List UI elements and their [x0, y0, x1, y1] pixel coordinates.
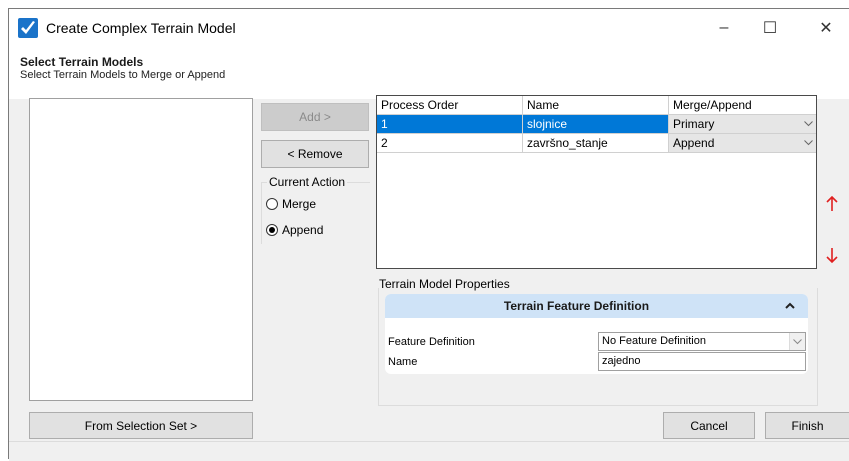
page-title: Select Terrain Models	[20, 55, 144, 69]
row-name: slojnice	[523, 115, 669, 134]
arrow-up-icon	[826, 196, 838, 211]
close-button[interactable]: ✕	[803, 9, 849, 47]
window-title: Create Complex Terrain Model	[46, 20, 236, 36]
terrain-feature-definition-panel: Terrain Feature Definition Feature Defin…	[385, 294, 808, 374]
append-radio-label: Append	[282, 223, 324, 237]
grid-header-row: Process Order Name Merge/Append	[377, 96, 816, 115]
app-icon	[18, 18, 38, 38]
row-process-order: 1	[377, 115, 523, 134]
table-row[interactable]: 1 slojnice Primary	[377, 115, 816, 134]
row-merge-append-dropdown[interactable]: Append	[669, 134, 816, 153]
append-radio[interactable]	[266, 224, 278, 236]
table-row[interactable]: 2 završno_stanje Append	[377, 134, 816, 153]
from-selection-set-button[interactable]: From Selection Set >	[29, 412, 253, 439]
row-merge-append-value: Append	[673, 136, 715, 150]
move-down-button[interactable]	[821, 244, 843, 266]
process-order-grid: Process Order Name Merge/Append 1 slojni…	[376, 95, 817, 269]
current-action-label: Current Action	[267, 175, 348, 189]
row-merge-append-dropdown[interactable]: Primary	[669, 115, 816, 134]
remove-button[interactable]: < Remove	[261, 140, 369, 168]
column-header-name[interactable]: Name	[523, 96, 669, 115]
name-row: Name zajedno	[385, 352, 808, 372]
move-up-button[interactable]	[821, 193, 843, 215]
chevron-down-icon[interactable]	[801, 115, 816, 133]
feature-definition-dropdown[interactable]: No Feature Definition	[598, 332, 806, 351]
finish-button[interactable]: Finish	[765, 412, 849, 439]
append-radio-option[interactable]: Append	[266, 223, 323, 237]
maximize-button[interactable]: ☐	[747, 9, 793, 47]
chevron-down-icon[interactable]	[789, 333, 805, 350]
arrow-down-icon	[826, 248, 838, 263]
add-button[interactable]: Add >	[261, 103, 369, 131]
panel-title: Terrain Feature Definition	[503, 299, 650, 313]
available-terrain-models-list[interactable]	[29, 98, 253, 401]
row-process-order: 2	[377, 134, 523, 153]
create-complex-terrain-model-dialog: Create Complex Terrain Model – ☐ ✕ Selec…	[8, 8, 849, 461]
feature-definition-label: Feature Definition	[388, 336, 475, 348]
status-strip	[9, 441, 849, 461]
column-header-merge-append[interactable]: Merge/Append	[669, 96, 816, 115]
page-subtitle: Select Terrain Models to Merge or Append	[20, 69, 226, 81]
feature-definition-value: No Feature Definition	[602, 335, 706, 347]
chevron-down-icon[interactable]	[801, 134, 816, 152]
minimize-button[interactable]: –	[701, 9, 747, 47]
feature-definition-row: Feature Definition No Feature Definition	[385, 332, 808, 352]
merge-radio-label: Merge	[282, 197, 317, 211]
row-merge-append-value: Primary	[673, 117, 715, 131]
merge-radio-option[interactable]: Merge	[266, 197, 316, 211]
panel-header[interactable]: Terrain Feature Definition	[385, 294, 808, 318]
row-name: završno_stanje	[523, 134, 669, 153]
chevron-up-icon[interactable]	[782, 297, 798, 313]
name-label: Name	[388, 356, 418, 368]
cancel-button[interactable]: Cancel	[663, 412, 755, 439]
wizard-header: Select Terrain Models Select Terrain Mod…	[9, 47, 849, 99]
title-bar: Create Complex Terrain Model – ☐ ✕	[9, 9, 849, 47]
column-header-process-order[interactable]: Process Order	[377, 96, 523, 115]
name-input[interactable]: zajedno	[598, 352, 806, 371]
merge-radio[interactable]	[266, 198, 278, 210]
